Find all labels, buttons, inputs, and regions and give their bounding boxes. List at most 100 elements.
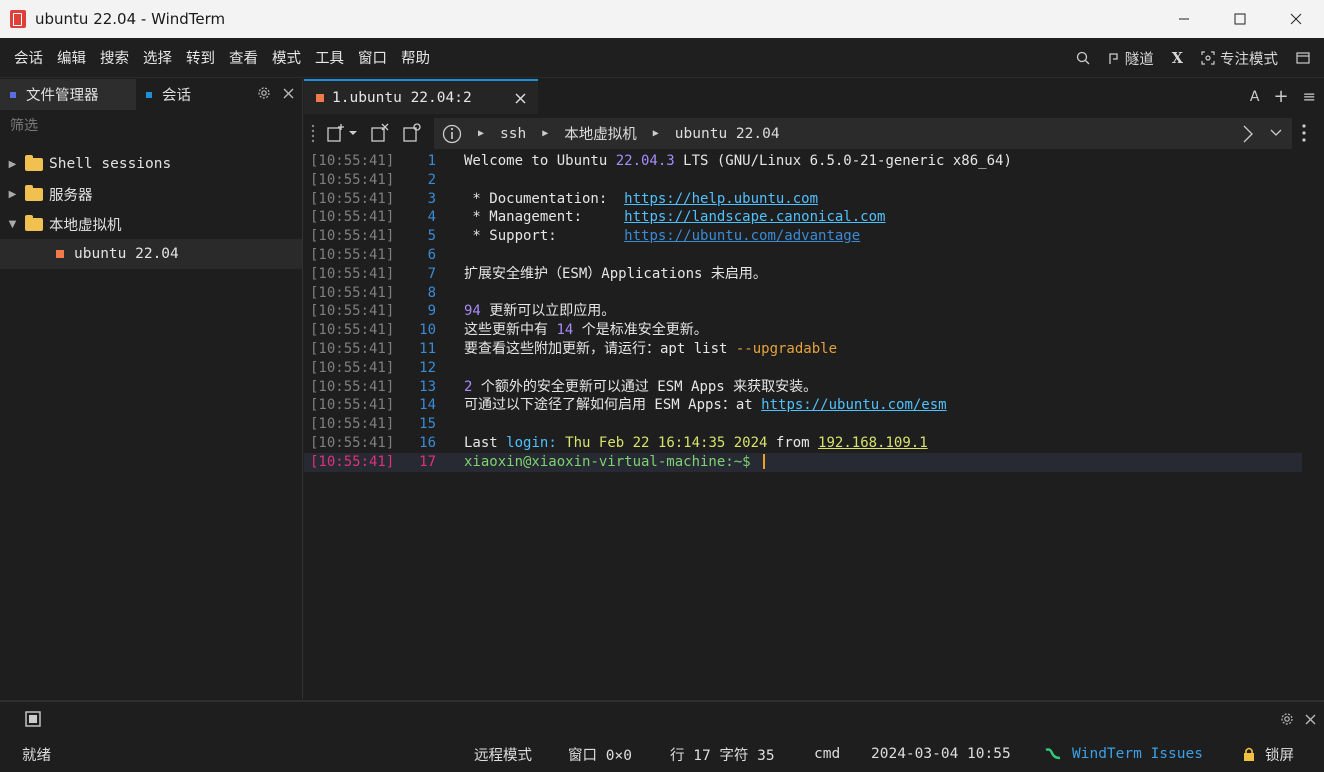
tab-file-manager[interactable]: 文件管理器	[0, 79, 136, 110]
line-text: * Documentation: https://help.ubuntu.com	[464, 190, 818, 209]
status-shell[interactable]: cmd	[814, 736, 840, 772]
tunnel-icon	[1109, 53, 1118, 64]
tree-item-shell-sessions[interactable]: ▶ Shell sessions	[0, 149, 302, 179]
line-number: 4	[427, 209, 436, 226]
chevron-right-icon	[1243, 125, 1253, 143]
breadcrumb-item-ubuntu[interactable]: ubuntu 22.04	[675, 126, 780, 142]
command-flag: --upgradable	[735, 340, 838, 357]
menu-window[interactable]: 窗口	[351, 47, 394, 68]
status-bar: 就绪 远程模式 窗口 0×0 行 17 字符 35 cmd 2024-03-04…	[0, 736, 1324, 772]
close-button[interactable]	[1268, 0, 1324, 38]
last-login-ip[interactable]: 192.168.109.1	[818, 435, 928, 451]
line-number: 7	[427, 265, 436, 282]
line-number: 16	[419, 434, 436, 451]
line-number: 3	[427, 190, 436, 207]
esm-link[interactable]: https://ubuntu.com/esm	[761, 397, 946, 413]
terminal-line: [10:55:41] 9 94 更新可以立即应用。	[304, 302, 1324, 321]
line-timestamp: [10:55:41]	[310, 284, 395, 301]
line-timestamp: [10:55:41]	[310, 228, 395, 245]
text-segment: 这些更新中有	[464, 322, 557, 339]
chevron-right-icon[interactable]: ▶	[0, 189, 25, 200]
lock-icon	[1244, 747, 1254, 761]
management-link[interactable]: https://landscape.canonical.com	[624, 209, 885, 225]
menu-select[interactable]: 选择	[136, 47, 179, 68]
breadcrumb-item-local-vm[interactable]: 本地虚拟机	[564, 123, 637, 144]
tree-item-servers[interactable]: ▶ 服务器	[0, 179, 302, 209]
menu-edit[interactable]: 编辑	[50, 47, 93, 68]
window-controls	[1156, 0, 1324, 38]
tunnel-button[interactable]: 隧道	[1102, 48, 1160, 69]
info-button[interactable]	[442, 124, 462, 144]
windterm-wave-icon	[1045, 748, 1061, 760]
line-text: 这些更新中有 14 个是标准安全更新。	[464, 321, 708, 340]
line-number: 8	[427, 284, 436, 301]
tree-item-label: Shell sessions	[49, 156, 172, 172]
filter-input[interactable]	[10, 116, 290, 136]
support-link[interactable]: https://ubuntu.com/advantage	[624, 228, 860, 244]
maximize-button[interactable]	[1212, 0, 1268, 38]
menu-search[interactable]: 搜索	[93, 47, 136, 68]
new-session-dropdown[interactable]	[348, 129, 358, 137]
line-timestamp: [10:55:41]	[310, 322, 395, 339]
focus-mode-label: 专注模式	[1220, 51, 1278, 68]
terminal-line: [10:55:41] 7 扩展安全维护（ESM）Applications 未启用。	[304, 265, 1324, 284]
x-button[interactable]: X	[1166, 50, 1189, 67]
menu-help[interactable]: 帮助	[394, 47, 437, 68]
text-segment: * Management:	[464, 209, 625, 226]
left-panel-tabs: 文件管理器 会话	[0, 79, 302, 110]
output-panel-button[interactable]	[24, 710, 42, 732]
x-label: X	[1171, 49, 1183, 67]
duplicate-session-button[interactable]	[402, 123, 422, 143]
text-cursor	[763, 454, 766, 470]
minimize-button[interactable]	[1156, 0, 1212, 38]
drag-handle-icon[interactable]	[310, 123, 316, 143]
new-tab-button[interactable]: +	[1274, 86, 1289, 107]
bottom-panel-settings-button[interactable]	[1280, 712, 1294, 730]
gear-icon	[1281, 713, 1293, 725]
line-text: Last login: Thu Feb 22 16:14:35 2024 fro…	[464, 434, 928, 453]
layout-button[interactable]	[1290, 51, 1316, 65]
go-button[interactable]	[1242, 125, 1254, 143]
panel-settings-button[interactable]	[257, 86, 271, 104]
terminal-toolbar: ▶ ssh ▶ 本地虚拟机 ▶ ubuntu 22.04	[304, 114, 1324, 152]
new-session-button[interactable]	[326, 123, 346, 143]
title-bar: ubuntu 22.04 - WindTerm	[0, 0, 1324, 38]
lock-screen-button[interactable]: 锁屏	[1242, 736, 1294, 772]
address-bar[interactable]: ▶ ssh ▶ 本地虚拟机 ▶ ubuntu 22.04	[434, 118, 1292, 149]
tree-item-local-vm[interactable]: ▼ 本地虚拟机	[0, 209, 302, 239]
tab-label: 1.ubuntu 22.04:2	[332, 89, 472, 106]
menu-view[interactable]: 查看	[222, 47, 265, 68]
menu-session[interactable]: 会话	[7, 47, 50, 68]
windterm-issues-link[interactable]: WindTerm Issues	[1072, 736, 1203, 772]
bottom-panel-close-button[interactable]	[1305, 713, 1316, 729]
minimize-icon	[1179, 18, 1189, 20]
text-segment: 个是标准安全更新。	[573, 322, 708, 339]
menu-goto[interactable]: 转到	[179, 47, 222, 68]
status-remote-mode[interactable]: 远程模式	[474, 736, 532, 772]
address-dropdown[interactable]	[1270, 129, 1282, 137]
tab-ubuntu-session[interactable]: 1.ubuntu 22.04:2	[304, 79, 538, 114]
chevron-right-icon[interactable]: ▶	[0, 159, 25, 170]
font-button[interactable]: A	[1250, 89, 1260, 105]
terminal-line: [10:55:41] 2	[304, 171, 1324, 190]
chevron-down-icon[interactable]: ▼	[0, 219, 25, 230]
tab-sessions[interactable]: 会话	[136, 79, 201, 110]
terminal-current-line[interactable]: [10:55:41] 17 xiaoxin@xiaoxin-virtual-mach…	[304, 452, 1302, 472]
breadcrumb-item-ssh[interactable]: ssh	[500, 126, 526, 142]
tree-item-ubuntu-session[interactable]: ubuntu 22.04	[0, 239, 302, 269]
documentation-link[interactable]: https://help.ubuntu.com	[624, 191, 818, 207]
panel-close-button[interactable]	[283, 87, 294, 103]
session-icon	[56, 250, 64, 258]
more-options-button[interactable]	[1302, 123, 1306, 143]
status-cursor-position[interactable]: 行 17 字符 35	[670, 736, 775, 772]
split-session-button[interactable]	[370, 123, 390, 143]
terminal-output[interactable]: [10:55:41] 1 Welcome to Ubuntu 22.04.3 LTS…	[304, 152, 1324, 698]
search-icon	[1076, 51, 1090, 65]
session-tree: ▶ Shell sessions ▶ 服务器 ▼ 本地虚拟机 ubuntu 22…	[0, 149, 302, 269]
menu-mode[interactable]: 模式	[265, 47, 308, 68]
menu-tools[interactable]: 工具	[308, 47, 351, 68]
focus-mode-button[interactable]: 专注模式	[1195, 48, 1284, 69]
tab-list-button[interactable]: ≡	[1303, 87, 1316, 106]
search-button[interactable]	[1070, 51, 1096, 65]
tab-close-button[interactable]	[515, 87, 526, 108]
